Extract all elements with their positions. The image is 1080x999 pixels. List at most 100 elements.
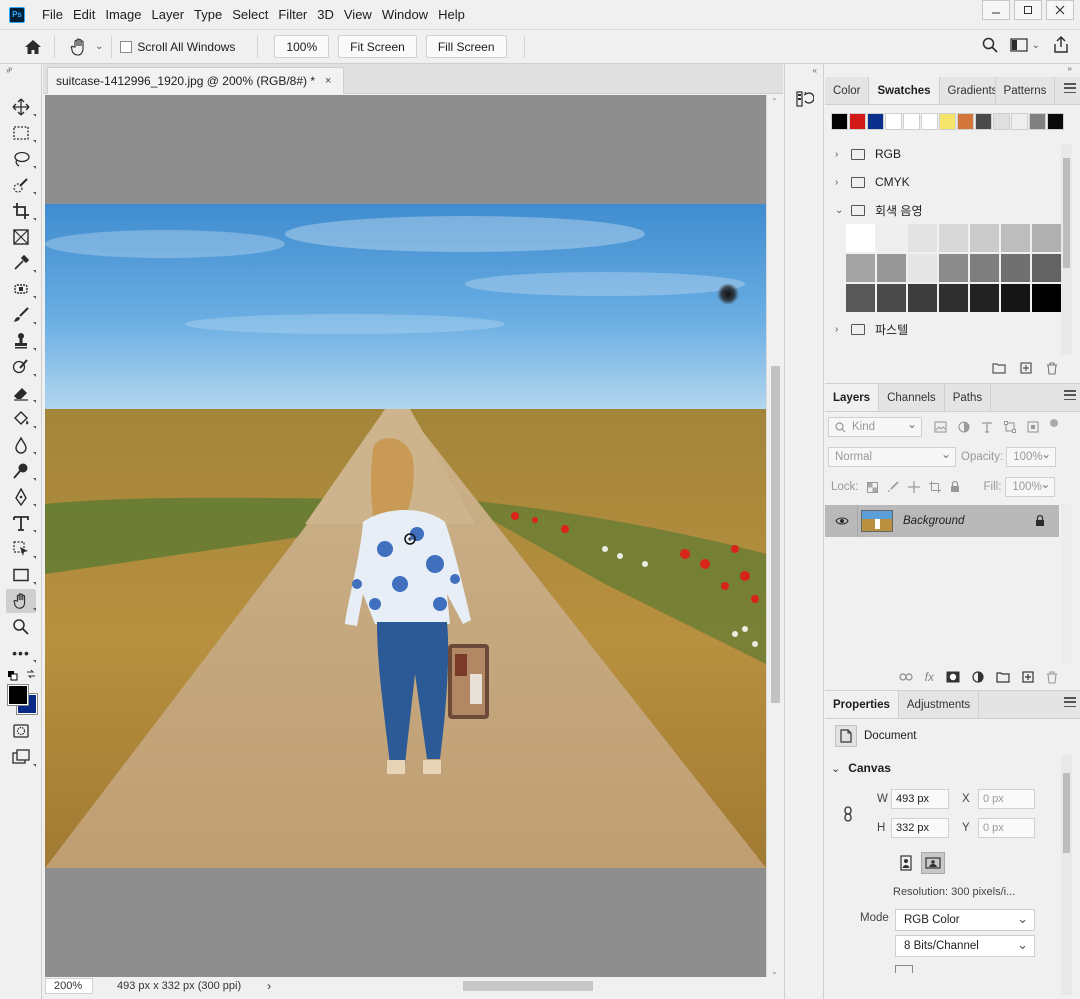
tab-adjustments[interactable]: Adjustments	[899, 691, 980, 718]
add-mask-icon[interactable]	[946, 671, 960, 683]
frame-tool[interactable]	[0, 224, 42, 250]
filter-adjustment-icon[interactable]	[958, 421, 970, 433]
paint-bucket-tool[interactable]	[0, 406, 42, 432]
close-tab-icon[interactable]: ×	[325, 75, 331, 87]
quick-selection-tool[interactable]	[0, 172, 42, 198]
swatch-folder-rgb[interactable]: › RGB	[825, 140, 1059, 168]
bit-depth-select[interactable]: 8 Bits/Channel	[895, 935, 1035, 957]
dodge-tool[interactable]	[0, 458, 42, 484]
portrait-button[interactable]	[895, 852, 917, 874]
expand-dock-icon[interactable]: «	[813, 66, 817, 75]
link-dimensions-icon[interactable]	[843, 806, 853, 822]
vertical-scroll-thumb[interactable]	[771, 366, 780, 703]
grayscale-swatch[interactable]	[1032, 284, 1061, 312]
grayscale-swatch[interactable]	[1032, 224, 1061, 252]
minimize-button[interactable]	[982, 0, 1010, 20]
eyedropper-tool[interactable]	[0, 250, 42, 276]
grayscale-swatch[interactable]	[908, 284, 937, 312]
grayscale-swatch[interactable]	[846, 284, 875, 312]
tab-properties[interactable]: Properties	[825, 691, 899, 718]
opacity-field[interactable]: 100%	[1006, 447, 1057, 467]
marquee-tool[interactable]	[0, 120, 42, 146]
recent-swatch[interactable]	[1011, 113, 1028, 130]
swatch-folder-pastel[interactable]: › 파스텔	[825, 315, 1059, 343]
hand-tool[interactable]	[0, 588, 42, 614]
filter-pixel-icon[interactable]	[934, 421, 947, 433]
tab-color[interactable]: Color	[825, 77, 870, 104]
recent-swatch[interactable]	[921, 113, 938, 130]
trash-icon[interactable]	[1046, 361, 1058, 375]
panel-menu-icon[interactable]	[1064, 390, 1076, 400]
lock-all-icon[interactable]	[950, 481, 960, 493]
recent-swatch[interactable]	[957, 113, 974, 130]
document-tab[interactable]: suitcase-1412996_1920.jpg @ 200% (RGB/8#…	[47, 67, 345, 94]
new-group-icon[interactable]	[992, 362, 1006, 374]
recent-swatch[interactable]	[867, 113, 884, 130]
filter-toggle[interactable]	[1050, 419, 1058, 435]
x-field[interactable]: 0 px	[978, 789, 1035, 809]
properties-scroll-thumb[interactable]	[1063, 773, 1070, 853]
adjustment-layer-icon[interactable]	[972, 671, 984, 683]
grayscale-swatch[interactable]	[970, 284, 999, 312]
grayscale-swatch[interactable]	[877, 254, 906, 282]
status-menu-arrow[interactable]: ›	[267, 979, 271, 993]
y-field[interactable]: 0 px	[978, 818, 1035, 838]
fx-icon[interactable]: fx	[925, 670, 934, 684]
filter-shape-icon[interactable]	[1004, 421, 1016, 433]
zoom-level-field[interactable]: 200%	[45, 978, 93, 994]
menu-3d[interactable]: 3D	[312, 7, 339, 22]
menu-file[interactable]: File	[37, 7, 68, 22]
panel-menu-icon[interactable]	[1064, 697, 1076, 707]
move-tool[interactable]	[0, 94, 42, 120]
grayscale-swatch[interactable]	[970, 254, 999, 282]
home-button[interactable]	[20, 34, 46, 60]
menu-layer[interactable]: Layer	[147, 7, 190, 22]
swatch-folder-grayscale[interactable]: ⌄ 회색 음영	[825, 196, 1059, 224]
blur-tool[interactable]	[0, 432, 42, 458]
width-field[interactable]: 493 px	[891, 789, 949, 809]
grayscale-swatch[interactable]	[1032, 254, 1061, 282]
maximize-button[interactable]	[1014, 0, 1042, 20]
workspace-switcher[interactable]: ⌄	[1010, 38, 1040, 52]
clone-stamp-tool[interactable]	[0, 328, 42, 354]
lock-artboard-icon[interactable]	[928, 481, 941, 493]
scroll-down-icon[interactable]: ⌄	[771, 967, 778, 976]
grayscale-swatch[interactable]	[846, 224, 875, 252]
foreground-color-swatch[interactable]	[7, 684, 29, 706]
zoom-tool[interactable]	[0, 614, 42, 640]
zoom-100-button[interactable]: 100%	[274, 35, 330, 58]
search-icon[interactable]	[982, 37, 998, 53]
recent-swatch[interactable]	[975, 113, 992, 130]
properties-scrollbar[interactable]	[1061, 755, 1072, 995]
fit-screen-button[interactable]: Fit Screen	[338, 35, 417, 58]
crop-tool[interactable]	[0, 198, 42, 224]
color-picker[interactable]	[0, 684, 41, 718]
recent-swatch[interactable]	[939, 113, 956, 130]
panel-menu-icon[interactable]	[1064, 83, 1076, 93]
fill-screen-button[interactable]: Fill Screen	[425, 35, 507, 58]
tab-channels[interactable]: Channels	[879, 384, 945, 411]
tab-swatches[interactable]: Swatches	[869, 77, 940, 104]
tab-paths[interactable]: Paths	[945, 384, 992, 411]
trash-icon[interactable]	[1046, 670, 1058, 684]
lock-position-icon[interactable]	[907, 481, 920, 493]
blend-mode-select[interactable]: Normal	[828, 447, 956, 467]
edit-toolbar-button[interactable]: •••	[0, 640, 42, 666]
grayscale-swatch[interactable]	[877, 224, 906, 252]
grayscale-swatch[interactable]	[939, 254, 968, 282]
recent-swatch[interactable]	[885, 113, 902, 130]
history-brush-tool[interactable]	[0, 354, 42, 380]
canvas-area[interactable]	[45, 95, 766, 978]
screen-mode-button[interactable]	[0, 744, 42, 770]
swatch-folder-cmyk[interactable]: › CMYK	[825, 168, 1059, 196]
grayscale-swatch[interactable]	[1001, 284, 1030, 312]
recent-swatch[interactable]	[1029, 113, 1046, 130]
grayscale-swatch[interactable]	[939, 284, 968, 312]
recent-swatch[interactable]	[993, 113, 1010, 130]
type-tool[interactable]	[0, 510, 42, 536]
canvas-section-header[interactable]: ⌄ Canvas	[831, 761, 891, 775]
close-window-button[interactable]	[1046, 0, 1074, 20]
scroll-up-icon[interactable]: ⌃	[771, 97, 778, 106]
fill-field[interactable]: 100%	[1005, 477, 1056, 497]
tab-layers[interactable]: Layers	[825, 384, 880, 411]
